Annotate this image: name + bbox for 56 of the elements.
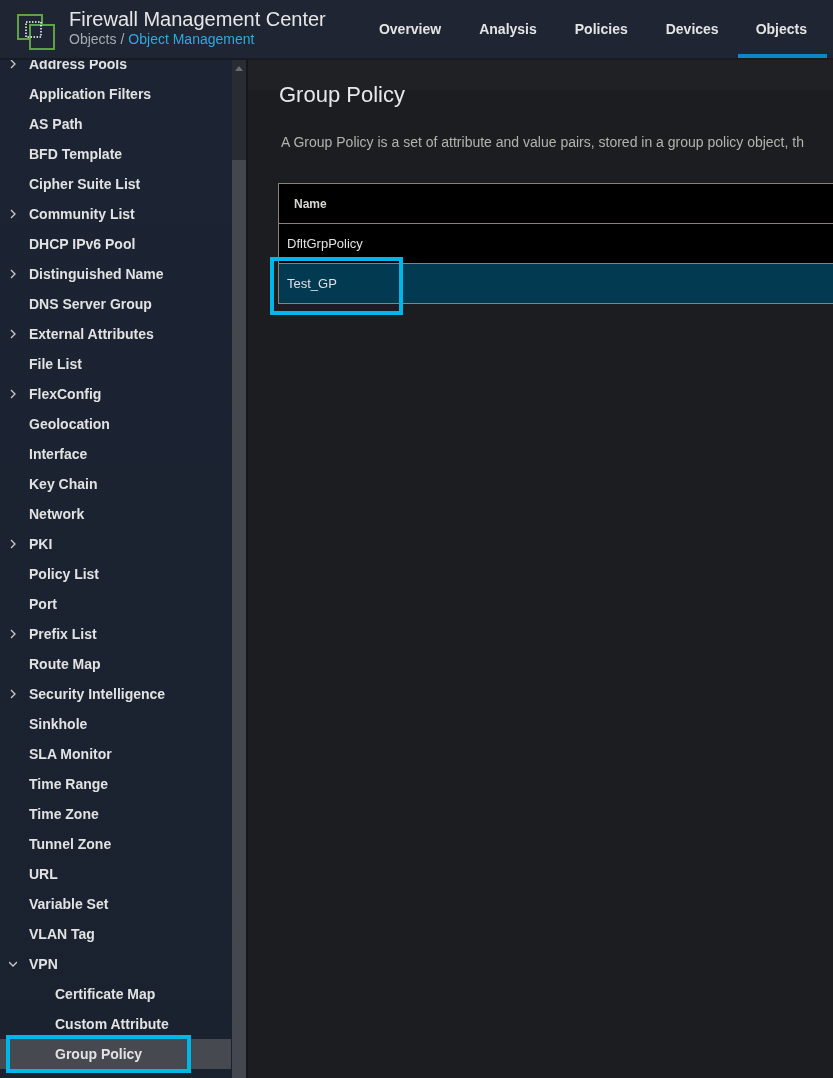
sidebar-item[interactable]: Port [0,589,231,619]
sidebar-item[interactable]: DNS Server Group [0,289,231,319]
chevron-right-icon[interactable] [9,539,17,549]
sidebar-item[interactable]: VPN [0,949,231,979]
sidebar-item[interactable]: Cipher Suite List [0,169,231,199]
breadcrumb-separator: / [120,31,125,47]
sidebar-item[interactable]: Variable Set [0,889,231,919]
scroll-up-icon[interactable] [235,66,243,71]
nav-tab[interactable]: Devices [646,4,738,58]
sidebar-item[interactable]: Interface [0,439,231,469]
sidebar-item[interactable]: BFD Template [0,139,231,169]
sidebar-item[interactable]: Security Intelligence [0,679,231,709]
sidebar-item[interactable]: Network [0,499,231,529]
chevron-right-icon[interactable] [9,329,17,339]
sidebar-item[interactable]: Route Map [0,649,231,679]
chevron-right-icon[interactable] [9,389,17,399]
app-title: Firewall Management Center [69,7,326,31]
sidebar-item[interactable]: Community List [0,199,231,229]
sidebar-item[interactable]: Time Range [0,769,231,799]
sidebar-item[interactable]: URL [0,859,231,889]
table-cell[interactable]: Test_GP [278,263,833,304]
sidebar-item[interactable]: VLAN Tag [0,919,231,949]
sidebar-item[interactable]: Tunnel Zone [0,829,231,859]
sidebar-item[interactable]: External Attributes [0,319,231,349]
sidebar-item[interactable]: Prefix List [0,619,231,649]
page-title: Group Policy [279,82,406,109]
sidebar-item[interactable]: File List [0,349,231,379]
breadcrumb-link[interactable]: Object Management [128,31,255,47]
chevron-right-icon[interactable] [9,269,17,279]
chevron-right-icon[interactable] [9,209,17,219]
sidebar-item[interactable]: FlexConfig [0,379,231,409]
sidebar-item[interactable]: SLA Monitor [0,739,231,769]
logo-icon [17,14,55,50]
column-header[interactable]: Name [278,183,833,224]
sidebar-item[interactable]: Distinguished Name [0,259,231,289]
sidebar-item[interactable]: Policy List [0,559,231,589]
chevron-right-icon[interactable] [9,689,17,699]
sidebar-item[interactable]: AS Path [0,109,231,139]
breadcrumb-text: Objects [69,31,117,47]
nav-tab[interactable]: Analysis [460,4,556,58]
nav-tab[interactable]: Policies [555,4,647,58]
sidebar-item[interactable]: Application Filters [0,79,231,109]
sidebar-item[interactable]: Custom Attribute [0,1009,231,1039]
chevron-down-icon[interactable] [9,959,17,969]
nav-tab[interactable]: Overview [359,4,461,58]
sidebar-item[interactable]: PKI [0,529,231,559]
sidebar-item[interactable]: Geolocation [0,409,231,439]
table-cell[interactable]: DfltGrpPolicy [278,223,833,264]
page-description: A Group Policy is a set of attribute and value pairs, stored in a group policy object, th [281,134,805,150]
sidebar-item[interactable]: Time Zone [0,799,231,829]
chevron-right-icon[interactable] [9,60,17,69]
sidebar-item[interactable]: Sinkhole [0,709,231,739]
sidebar-item[interactable]: Key Chain [0,469,231,499]
chevron-right-icon[interactable] [9,629,17,639]
sidebar-item[interactable]: DHCP IPv6 Pool [0,229,231,259]
sidebar-item[interactable]: Certificate Map [0,979,231,1009]
